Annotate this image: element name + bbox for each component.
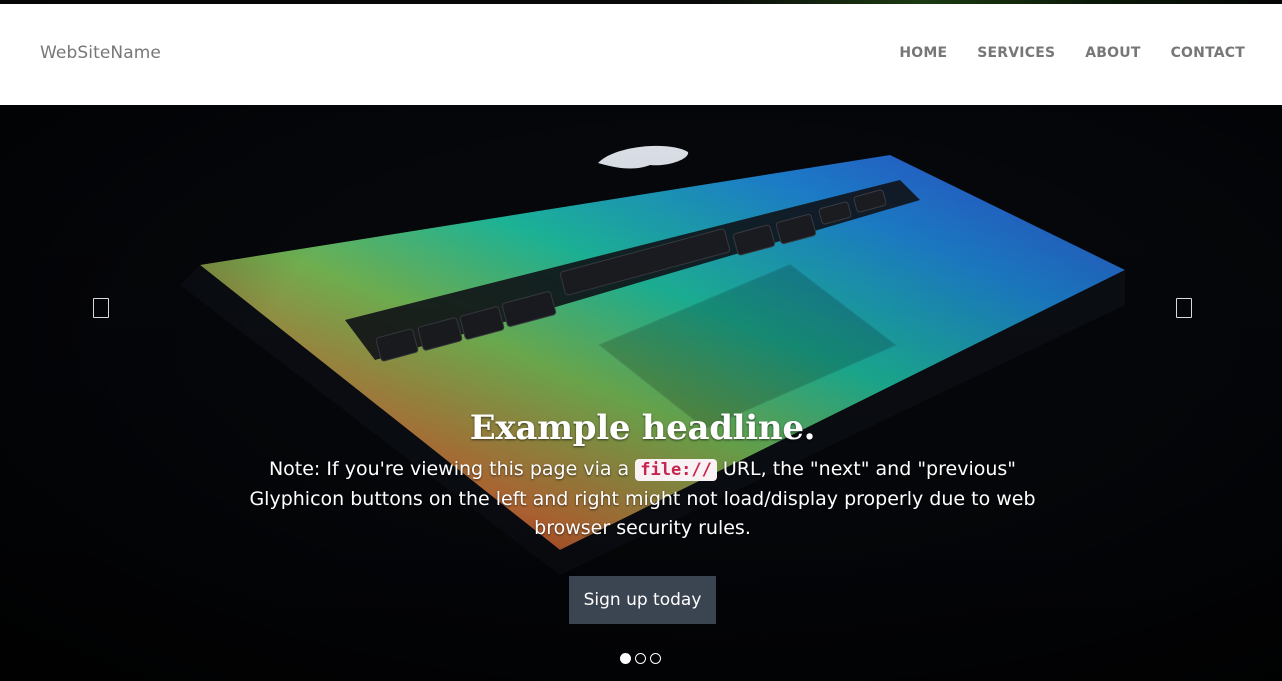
carousel-caption: Example headline. Note: If you're viewin… — [240, 407, 1045, 543]
carousel-indicators — [620, 653, 665, 664]
navbar: WebSiteName HOME SERVICES ABOUT CONTACT — [0, 4, 1282, 105]
chevron-right-icon[interactable] — [1176, 298, 1192, 318]
file-protocol-code: file:// — [635, 459, 717, 481]
carousel-note: Note: If you're viewing this page via a … — [240, 455, 1045, 543]
carousel: Example headline. Note: If you're viewin… — [0, 105, 1282, 681]
carousel-indicator-1[interactable] — [620, 653, 631, 664]
nav-links: HOME SERVICES ABOUT CONTACT — [869, 45, 1245, 61]
nav-home[interactable]: HOME — [899, 45, 947, 61]
nav-about[interactable]: ABOUT — [1085, 45, 1140, 61]
carousel-indicator-3[interactable] — [650, 653, 661, 664]
note-text-before: Note: If you're viewing this page via a — [268, 458, 636, 480]
nav-services[interactable]: SERVICES — [977, 45, 1055, 61]
sign-up-button[interactable]: Sign up today — [569, 576, 716, 624]
carousel-indicator-2[interactable] — [635, 653, 646, 664]
site-brand[interactable]: WebSiteName — [40, 43, 161, 63]
nav-contact[interactable]: CONTACT — [1171, 45, 1245, 61]
carousel-headline: Example headline. — [469, 408, 816, 448]
chevron-left-icon[interactable] — [93, 298, 109, 318]
